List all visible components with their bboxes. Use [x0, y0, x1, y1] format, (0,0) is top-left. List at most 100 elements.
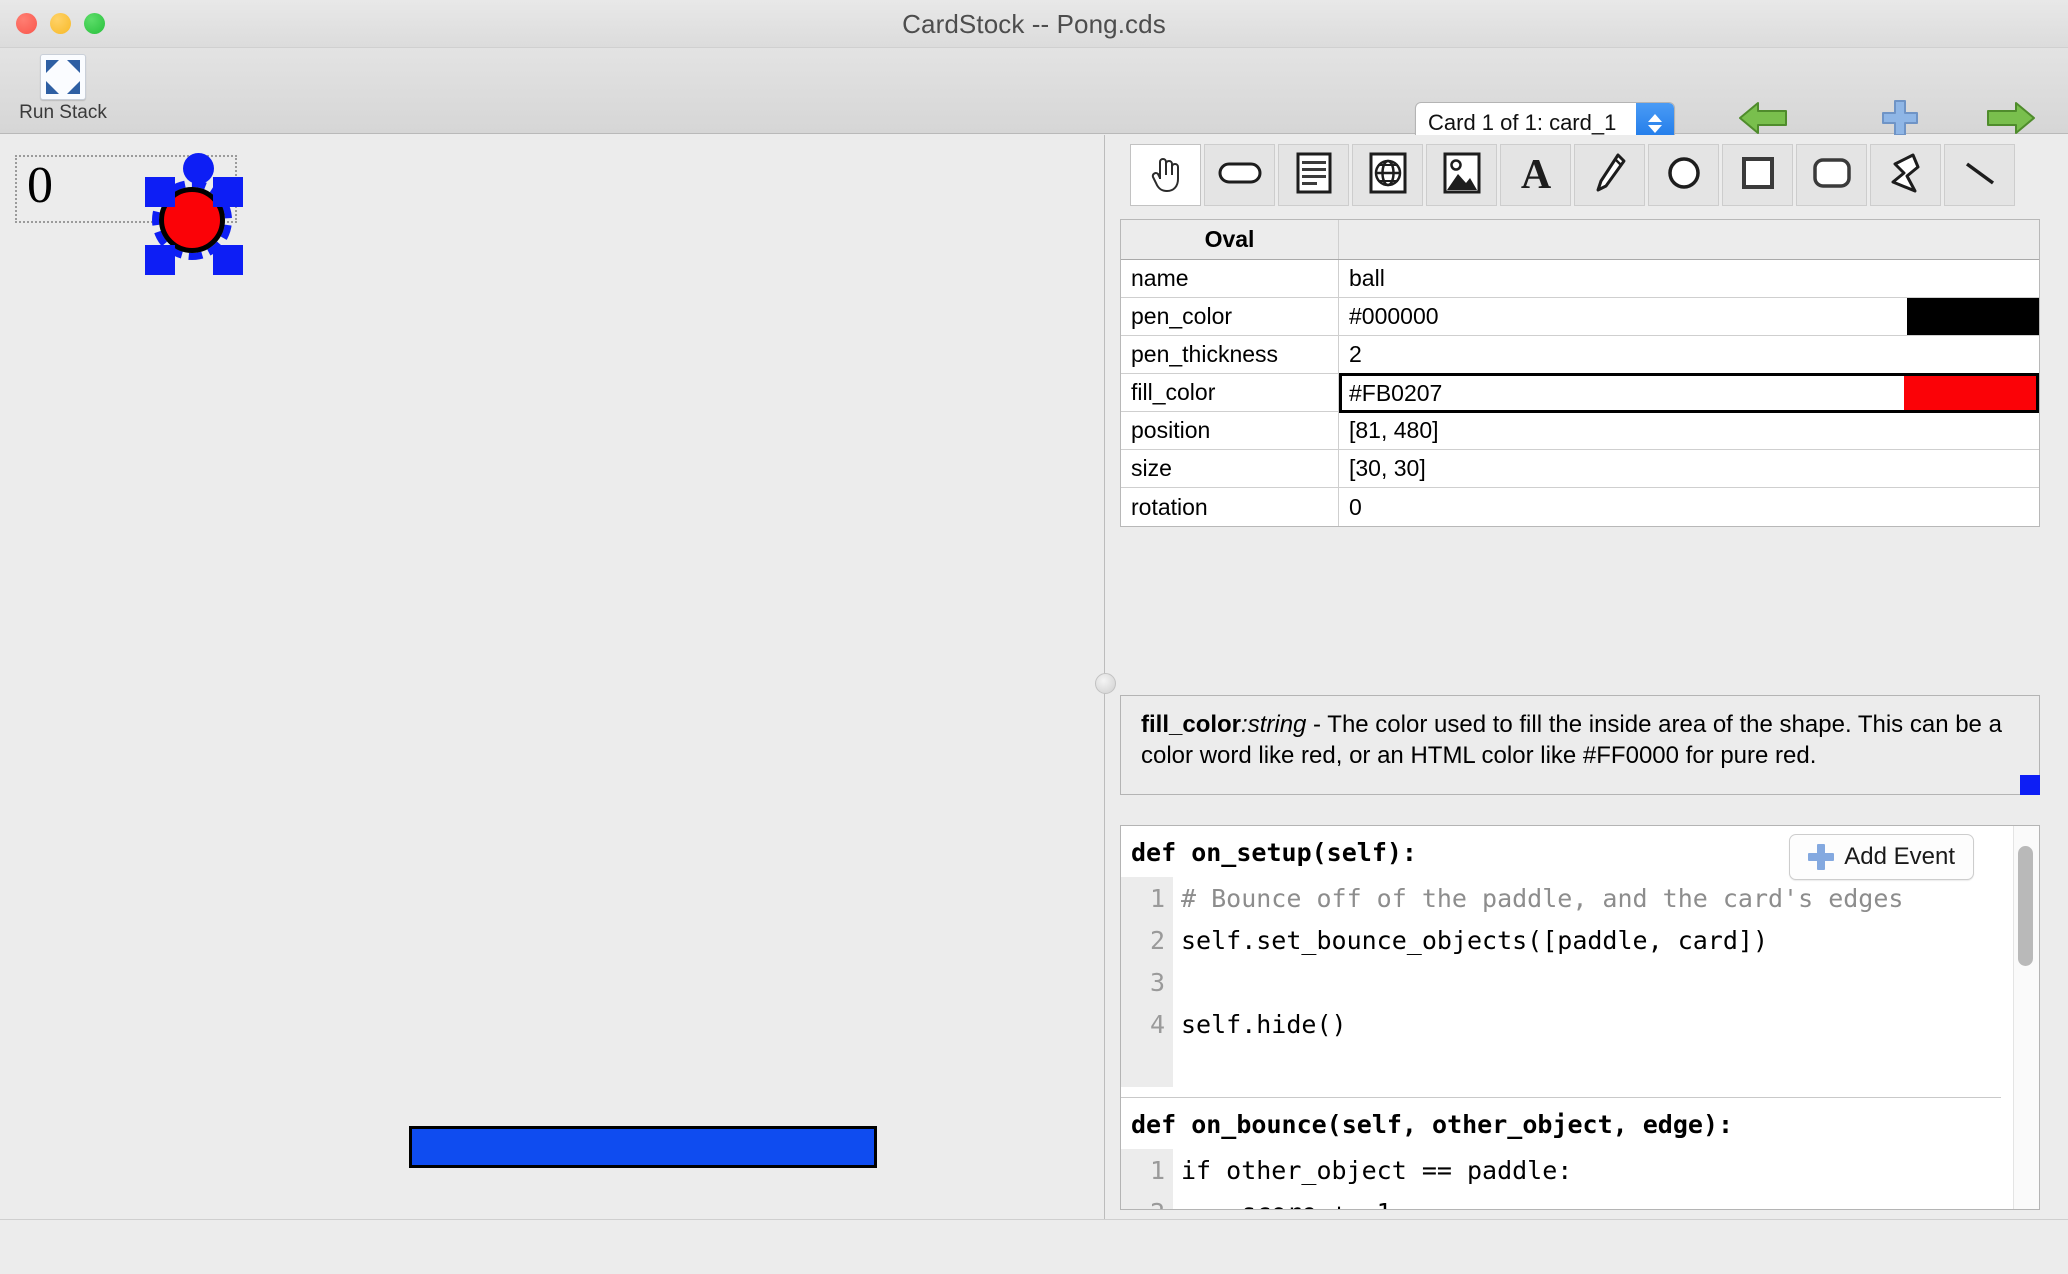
- table-row[interactable]: name ball: [1121, 260, 2039, 298]
- run-stack-label: Run Stack: [19, 102, 107, 123]
- app-window: CardStock -- Pong.cds Run Stack Card 1 o…: [0, 0, 2068, 1274]
- oval-icon: [1664, 153, 1704, 198]
- pencil-icon: [1593, 152, 1627, 199]
- table-row[interactable]: pen_thickness 2: [1121, 336, 2039, 374]
- line-text: # Bounce off of the paddle, and the card…: [1181, 883, 1904, 913]
- line-number: 1: [1121, 1149, 1173, 1191]
- line-icon: [1960, 153, 2000, 198]
- property-key: position: [1121, 412, 1339, 449]
- arrow-right-green-icon: [1955, 98, 2065, 138]
- rectangle-icon: [1738, 153, 1778, 198]
- property-value[interactable]: 0: [1339, 488, 2039, 526]
- line-text: if other_object == paddle:: [1181, 1155, 1573, 1185]
- run-stack-button[interactable]: Run Stack: [8, 54, 118, 124]
- button-tool[interactable]: [1204, 144, 1275, 206]
- table-row[interactable]: fill_color #FB0207: [1121, 373, 2039, 413]
- textlabel-tool[interactable]: A: [1500, 144, 1571, 206]
- add-event-button[interactable]: Add Event: [1789, 834, 1974, 880]
- handler-signature: def on_bounce(self, other_object, edge):: [1131, 1110, 1734, 1139]
- resize-handle-top-left[interactable]: [145, 177, 175, 207]
- handler-on-setup: def on_setup(self): 1 # Bounce off of th…: [1121, 826, 2014, 1087]
- code-editor-panel[interactable]: def on_setup(self): 1 # Bounce off of th…: [1120, 825, 2040, 1210]
- roundrect-tool[interactable]: [1796, 144, 1867, 206]
- property-key: size: [1121, 450, 1339, 487]
- code-line[interactable]: 4 self.hide(): [1121, 1003, 2014, 1045]
- fill-color-input[interactable]: #FB0207: [1339, 373, 2039, 413]
- property-key: fill_color: [1121, 374, 1339, 411]
- paddle-shape[interactable]: [409, 1126, 877, 1168]
- window-title: CardStock -- Pong.cds: [902, 9, 1166, 39]
- card-canvas[interactable]: 0: [0, 135, 1105, 1219]
- code-scrollbar[interactable]: [2013, 826, 2039, 1209]
- title-bar: CardStock -- Pong.cds: [0, 0, 2068, 48]
- property-grid-header: Oval: [1121, 220, 2039, 260]
- arrow-left-green-icon: [1690, 98, 1838, 138]
- polygon-tool[interactable]: [1870, 144, 1941, 206]
- resize-handle-bottom-left[interactable]: [145, 245, 175, 275]
- table-row[interactable]: size [30, 30]: [1121, 450, 2039, 488]
- table-row[interactable]: position [81, 480]: [1121, 412, 2039, 450]
- run-stack-icon: [40, 54, 86, 100]
- property-value[interactable]: [30, 30]: [1339, 450, 2039, 487]
- line-tool[interactable]: [1944, 144, 2015, 206]
- rotation-handle[interactable]: [183, 153, 214, 184]
- code-line[interactable]: 2 score += 1: [1121, 1191, 2014, 1210]
- help-type: :string: [1241, 711, 1307, 738]
- line-number: 3: [1121, 961, 1173, 1003]
- pen-color-swatch[interactable]: [1907, 298, 2039, 335]
- property-key: pen_thickness: [1121, 336, 1339, 373]
- tool-palette: A: [1130, 144, 2018, 206]
- line-number: 2: [1121, 919, 1173, 961]
- line-text: score += 1: [1173, 1198, 1392, 1210]
- rectangle-tool[interactable]: [1722, 144, 1793, 206]
- line-number: 2: [1121, 1191, 1173, 1209]
- inspector-panel: A Oval name ball pen_color #000000 pen_t…: [1106, 135, 2068, 1219]
- image-icon: [1443, 152, 1481, 199]
- resize-handle-bottom-right[interactable]: [213, 245, 243, 275]
- table-row[interactable]: pen_color #000000: [1121, 298, 2039, 336]
- property-value[interactable]: 2: [1339, 336, 2039, 373]
- code-line-blank[interactable]: [1121, 1045, 2014, 1087]
- oval-tool[interactable]: [1648, 144, 1719, 206]
- property-value[interactable]: #000000: [1339, 298, 2039, 335]
- code-line[interactable]: 2 self.set_bounce_objects([paddle, card]…: [1121, 919, 2014, 961]
- polygon-icon: [1887, 152, 1925, 199]
- resize-handle-top-right[interactable]: [213, 177, 243, 207]
- property-value[interactable]: [81, 480]: [1339, 412, 2039, 449]
- property-value-text: #000000: [1349, 303, 1439, 329]
- code-scrollbar-thumb[interactable]: [2018, 846, 2033, 966]
- code-line[interactable]: 1 # Bounce off of the paddle, and the ca…: [1121, 877, 2014, 919]
- splitter-handle[interactable]: [1095, 673, 1116, 694]
- property-value[interactable]: ball: [1339, 260, 2039, 297]
- property-key: name: [1121, 260, 1339, 297]
- plus-blue-icon: [1845, 98, 1955, 138]
- add-event-label: Add Event: [1844, 843, 1955, 870]
- image-tool[interactable]: [1426, 144, 1497, 206]
- line-text: self.set_bounce_objects([paddle, card]): [1181, 925, 1768, 955]
- textfield-tool[interactable]: [1278, 144, 1349, 206]
- code-line[interactable]: 3: [1121, 961, 2014, 1003]
- property-key: pen_color: [1121, 298, 1339, 335]
- help-resize-corner[interactable]: [2020, 775, 2040, 795]
- fill-color-swatch[interactable]: [1904, 376, 2036, 410]
- property-value-text: #FB0207: [1349, 379, 1443, 406]
- webview-tool[interactable]: [1352, 144, 1423, 206]
- card-picker-value: Card 1 of 1: card_1: [1428, 110, 1617, 135]
- svg-text:A: A: [1520, 152, 1551, 194]
- pen-tool[interactable]: [1574, 144, 1645, 206]
- main-toolbar: Run Stack Card 1 of 1: card_1 Previous C…: [0, 48, 2068, 161]
- property-help-box: fill_color:string - The color used to fi…: [1120, 695, 2040, 795]
- table-row[interactable]: rotation 0: [1121, 488, 2039, 526]
- code-line[interactable]: 1 if other_object == paddle:: [1121, 1149, 2014, 1191]
- hand-tool[interactable]: [1130, 144, 1201, 206]
- help-term: fill_color: [1141, 711, 1242, 738]
- property-grid-type: Oval: [1121, 220, 1339, 259]
- ball-shape-selection[interactable]: [145, 153, 253, 275]
- textfield-icon: [1296, 152, 1332, 199]
- line-number: 1: [1121, 877, 1173, 919]
- status-bar: [0, 1219, 2068, 1274]
- handler-on-bounce: def on_bounce(self, other_object, edge):…: [1121, 1098, 2014, 1210]
- globe-icon: [1369, 152, 1407, 199]
- property-grid[interactable]: Oval name ball pen_color #000000 pen_thi…: [1120, 219, 2040, 527]
- plus-blue-icon: [1808, 844, 1835, 870]
